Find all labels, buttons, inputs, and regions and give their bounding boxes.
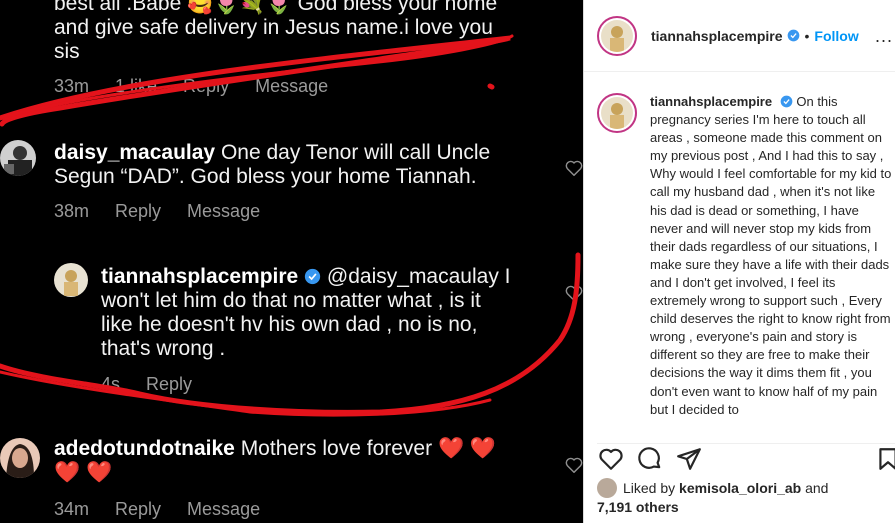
comment-username[interactable]: adedotundotnaike xyxy=(54,437,235,460)
comment-text: adedotundotnaike Mothers love forever ❤️… xyxy=(54,437,497,460)
reply-text-line3: like he doesn't hv his own dad , no is n… xyxy=(101,313,478,336)
avatar[interactable] xyxy=(597,93,637,133)
comment-username[interactable]: daisy_macaulay xyxy=(54,141,215,164)
comment-time: 4s xyxy=(101,374,121,394)
comment-meta: 38m Reply Message xyxy=(54,201,260,222)
reply-button[interactable]: Reply xyxy=(115,499,161,520)
avatar xyxy=(597,478,617,498)
post-header: tiannahsplacempire • Follow ... xyxy=(584,0,895,72)
post-username[interactable]: tiannahsplacempire xyxy=(651,28,783,44)
reply-username[interactable]: tiannahsplacempire xyxy=(101,265,298,288)
action-bar xyxy=(597,443,895,473)
top-comment-line3: sis xyxy=(54,40,80,63)
reply-text-line2: won't let him do that no matter what , i… xyxy=(101,289,481,312)
comment-time: 34m xyxy=(54,499,90,519)
message-button[interactable]: Message xyxy=(187,499,260,520)
comment-screenshot: best ali .Babe 🥰🌷💐🌷 God bless your home … xyxy=(0,0,583,523)
comment-text-line2: Segun “DAD”. God bless your home Tiannah… xyxy=(54,165,477,188)
reply-button[interactable]: Reply xyxy=(115,201,161,222)
bookmark-icon[interactable] xyxy=(875,446,895,472)
likes-count[interactable]: 7,191 others xyxy=(597,498,895,516)
caption-text: On this pregnancy series I'm here to tou… xyxy=(650,94,892,417)
message-button[interactable]: Message xyxy=(187,201,260,222)
reply-button[interactable]: Reply xyxy=(183,76,229,97)
comment-text: daisy_macaulay One day Tenor will call U… xyxy=(54,141,491,164)
avatar[interactable] xyxy=(597,15,637,56)
like-comment-heart-icon[interactable] xyxy=(565,457,583,473)
comment-likes[interactable]: 1 like xyxy=(115,76,157,97)
like-comment-heart-icon[interactable] xyxy=(565,285,583,301)
avatar xyxy=(0,140,36,176)
comment-icon[interactable] xyxy=(637,446,663,472)
comment-text-line2: ❤️ ❤️ xyxy=(54,461,113,484)
comment-meta: 34m Reply Message xyxy=(54,499,260,520)
top-comment-line2: and give safe delivery in Jesus name.i l… xyxy=(54,16,493,39)
share-icon[interactable] xyxy=(676,446,702,472)
follow-button[interactable]: Follow xyxy=(814,28,858,44)
comment-time: 38m xyxy=(54,201,90,221)
heart-icon[interactable] xyxy=(598,446,624,472)
caption-body: tiannahsplacempire On this pregnancy ser… xyxy=(650,93,892,419)
reply-meta: 4s Reply xyxy=(101,374,192,395)
avatar xyxy=(54,263,88,297)
verified-badge-icon xyxy=(780,95,793,108)
top-comment-line1: best ali .Babe 🥰🌷💐🌷 God bless your home xyxy=(54,0,498,15)
avatar xyxy=(0,438,40,478)
caption: tiannahsplacempire On this pregnancy ser… xyxy=(597,93,892,428)
comment-time: 33m xyxy=(54,76,90,96)
liked-by-user[interactable]: kemisola_olori_ab xyxy=(679,480,801,496)
top-comment-meta: 33m 1 like Reply Message xyxy=(54,76,328,97)
like-comment-heart-icon[interactable] xyxy=(565,160,583,176)
verified-badge-icon xyxy=(787,29,799,42)
likes-summary: Liked by kemisola_olori_ab and 7,191 oth… xyxy=(597,478,895,516)
reply-button[interactable]: Reply xyxy=(146,374,192,395)
separator-dot: • xyxy=(804,27,810,44)
reply-text: tiannahsplacempire @daisy_macaulay I xyxy=(101,265,511,288)
more-options-icon[interactable]: ... xyxy=(875,26,893,47)
verified-badge-icon xyxy=(304,268,321,285)
message-button[interactable]: Message xyxy=(255,76,328,97)
post-panel: tiannahsplacempire • Follow ... tiannahs… xyxy=(583,0,895,523)
reply-text-line4: that's wrong . xyxy=(101,337,226,360)
caption-username[interactable]: tiannahsplacempire xyxy=(650,94,772,109)
